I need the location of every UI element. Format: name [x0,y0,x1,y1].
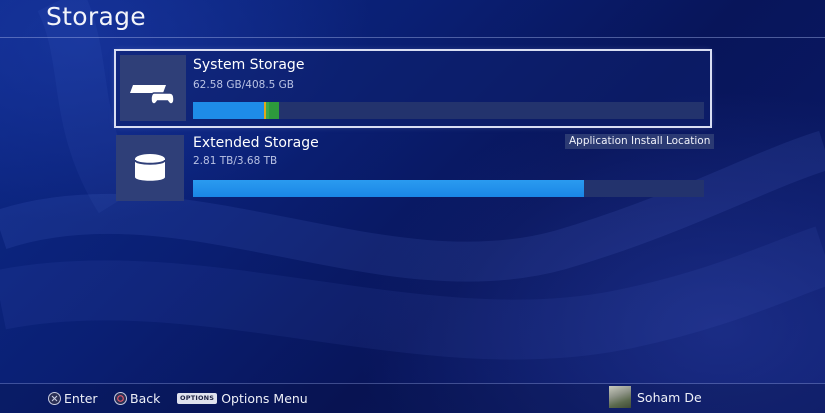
options-menu-hint[interactable]: OPTIONS Options Menu [177,390,308,406]
user-profile[interactable]: Soham De [609,386,702,408]
options-button-icon: OPTIONS [177,392,218,404]
circle-button-icon [114,391,127,405]
console-controller-icon [120,55,186,121]
footer-bar: Enter Back OPTIONS Options Menu Soham De [0,384,825,413]
install-location-badge: Application Install Location [565,134,715,149]
external-drive-icon [116,135,184,201]
options-menu-label: Options Menu [221,390,308,406]
avatar [609,386,631,408]
usage-segment [268,102,279,119]
usage-segment [193,102,264,119]
storage-item-usage: 62.58 GB/408.5 GB [193,79,295,91]
storage-usage-bar [193,102,704,119]
title-divider [0,37,825,38]
cross-button-icon [48,391,61,405]
back-hint[interactable]: Back [114,390,160,406]
user-name: Soham De [637,389,702,405]
storage-item-name: System Storage [193,57,305,73]
storage-usage-bar [193,180,704,197]
storage-item-usage: 2.81 TB/3.68 TB [193,155,278,167]
storage-item-name: Extended Storage [193,135,319,151]
page-title: Storage [46,2,146,31]
storage-item-system[interactable]: System Storage 62.58 GB/408.5 GB [116,51,710,126]
enter-hint[interactable]: Enter [48,390,98,406]
enter-label: Enter [64,390,98,406]
usage-fill [193,180,584,197]
back-label: Back [130,390,161,406]
